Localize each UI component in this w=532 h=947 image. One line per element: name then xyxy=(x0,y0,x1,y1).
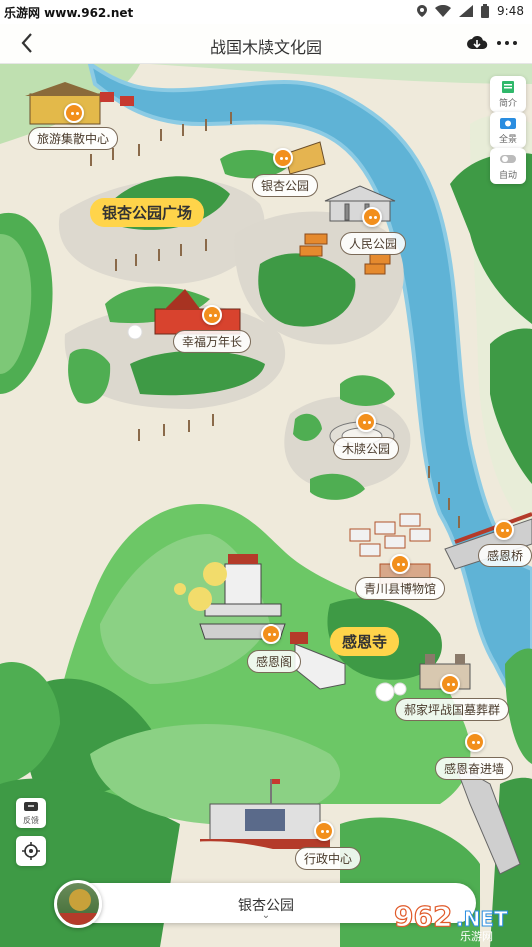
more-dot-icon xyxy=(497,41,501,45)
poi-pin-icon[interactable] xyxy=(494,520,514,540)
right-forest xyxy=(505,648,532,764)
battery-icon xyxy=(481,4,490,18)
poi-pin-icon[interactable] xyxy=(202,305,222,325)
wifi-icon xyxy=(435,5,452,17)
download-button[interactable] xyxy=(466,34,488,52)
thumbnail-tree xyxy=(69,889,91,911)
poi-pin-icon[interactable] xyxy=(440,674,460,694)
poi-ganen-pavilion[interactable]: 感恩阁 xyxy=(247,650,302,673)
page-title: 战国木牍文化园 xyxy=(209,38,322,57)
poi-pin-icon[interactable] xyxy=(362,207,382,227)
poi-pin-icon[interactable] xyxy=(64,103,84,123)
poi-pin-icon[interactable] xyxy=(390,554,410,574)
watermark-text: 乐游网 www.962.net xyxy=(4,4,134,21)
poi-people-park[interactable]: 人民公园 xyxy=(340,232,407,255)
intro-label: 简介 xyxy=(498,99,517,109)
cloud-download-icon xyxy=(467,36,488,49)
illustrated-map[interactable]: 旅游集散中心 银杏公园 银杏公园广场 人民公园 幸福万年长 木牍公园 感恩桥 青… xyxy=(0,64,532,947)
poi-happiness[interactable]: 幸福万年长 xyxy=(173,330,252,353)
poi-tourist-center[interactable]: 旅游集散中心 xyxy=(28,127,119,150)
document-icon xyxy=(502,81,514,93)
museum-houses xyxy=(349,513,431,585)
auto-button[interactable]: 自动 xyxy=(490,148,526,184)
more-dot-icon xyxy=(505,41,509,45)
panorama-label: 全景 xyxy=(498,135,517,145)
brand-suffix: .NET xyxy=(456,907,508,931)
poi-pin-icon[interactable] xyxy=(314,821,334,841)
title-bar: 战国木牍文化园 xyxy=(0,24,532,64)
feedback-button[interactable]: 反馈 xyxy=(16,798,46,828)
poi-pin-icon[interactable] xyxy=(465,732,485,752)
brand-number: 962 xyxy=(394,900,452,933)
poi-admin-center[interactable]: 行政中心 xyxy=(295,847,362,870)
feedback-label: 反馈 xyxy=(23,816,39,825)
status-icons: 9:48 xyxy=(417,4,524,18)
intro-button[interactable]: 简介 xyxy=(490,76,526,112)
more-button[interactable] xyxy=(496,36,518,50)
signal-icon xyxy=(459,5,474,17)
locate-button[interactable] xyxy=(16,836,46,866)
more-dot-icon xyxy=(513,41,517,45)
poi-museum[interactable]: 青川县博物馆 xyxy=(355,577,446,600)
brand-watermark: 962 .NET 乐游网 xyxy=(390,896,526,943)
poi-pin-icon[interactable] xyxy=(273,148,293,168)
grass-area xyxy=(150,64,532,84)
feedback-icon xyxy=(24,802,38,811)
label-ginkgo-plaza[interactable]: 银杏公园广场 xyxy=(90,198,205,227)
spot-thumbnail[interactable] xyxy=(54,880,102,928)
brand-watermark-logo: 962 .NET 乐游网 xyxy=(393,899,508,943)
poi-ganen-wall[interactable]: 感恩奋进墙 xyxy=(435,757,514,780)
poi-tombs[interactable]: 郝家坪战国墓葬群 xyxy=(395,698,510,721)
auto-label: 自动 xyxy=(498,171,517,181)
panorama-button[interactable]: 全景 xyxy=(490,112,526,148)
toggle-icon xyxy=(500,155,516,163)
poi-pin-icon[interactable] xyxy=(261,624,281,644)
crosshair-icon xyxy=(22,842,40,860)
camera-icon xyxy=(500,118,516,129)
poi-ganen-bridge[interactable]: 感恩桥 xyxy=(478,544,532,567)
poi-pin-icon[interactable] xyxy=(356,412,376,432)
status-time: 9:48 xyxy=(497,4,524,18)
status-bar: 乐游网 www.962.net 9:48 xyxy=(0,0,532,24)
tree-clump xyxy=(340,375,395,406)
location-icon xyxy=(417,5,428,17)
poi-mudu-park[interactable]: 木牍公园 xyxy=(333,437,400,460)
poi-ginkgo-park[interactable]: 银杏公园 xyxy=(252,174,319,197)
brand-sub: 乐游网 xyxy=(460,930,493,942)
label-ganen-temple[interactable]: 感恩寺 xyxy=(330,627,400,656)
